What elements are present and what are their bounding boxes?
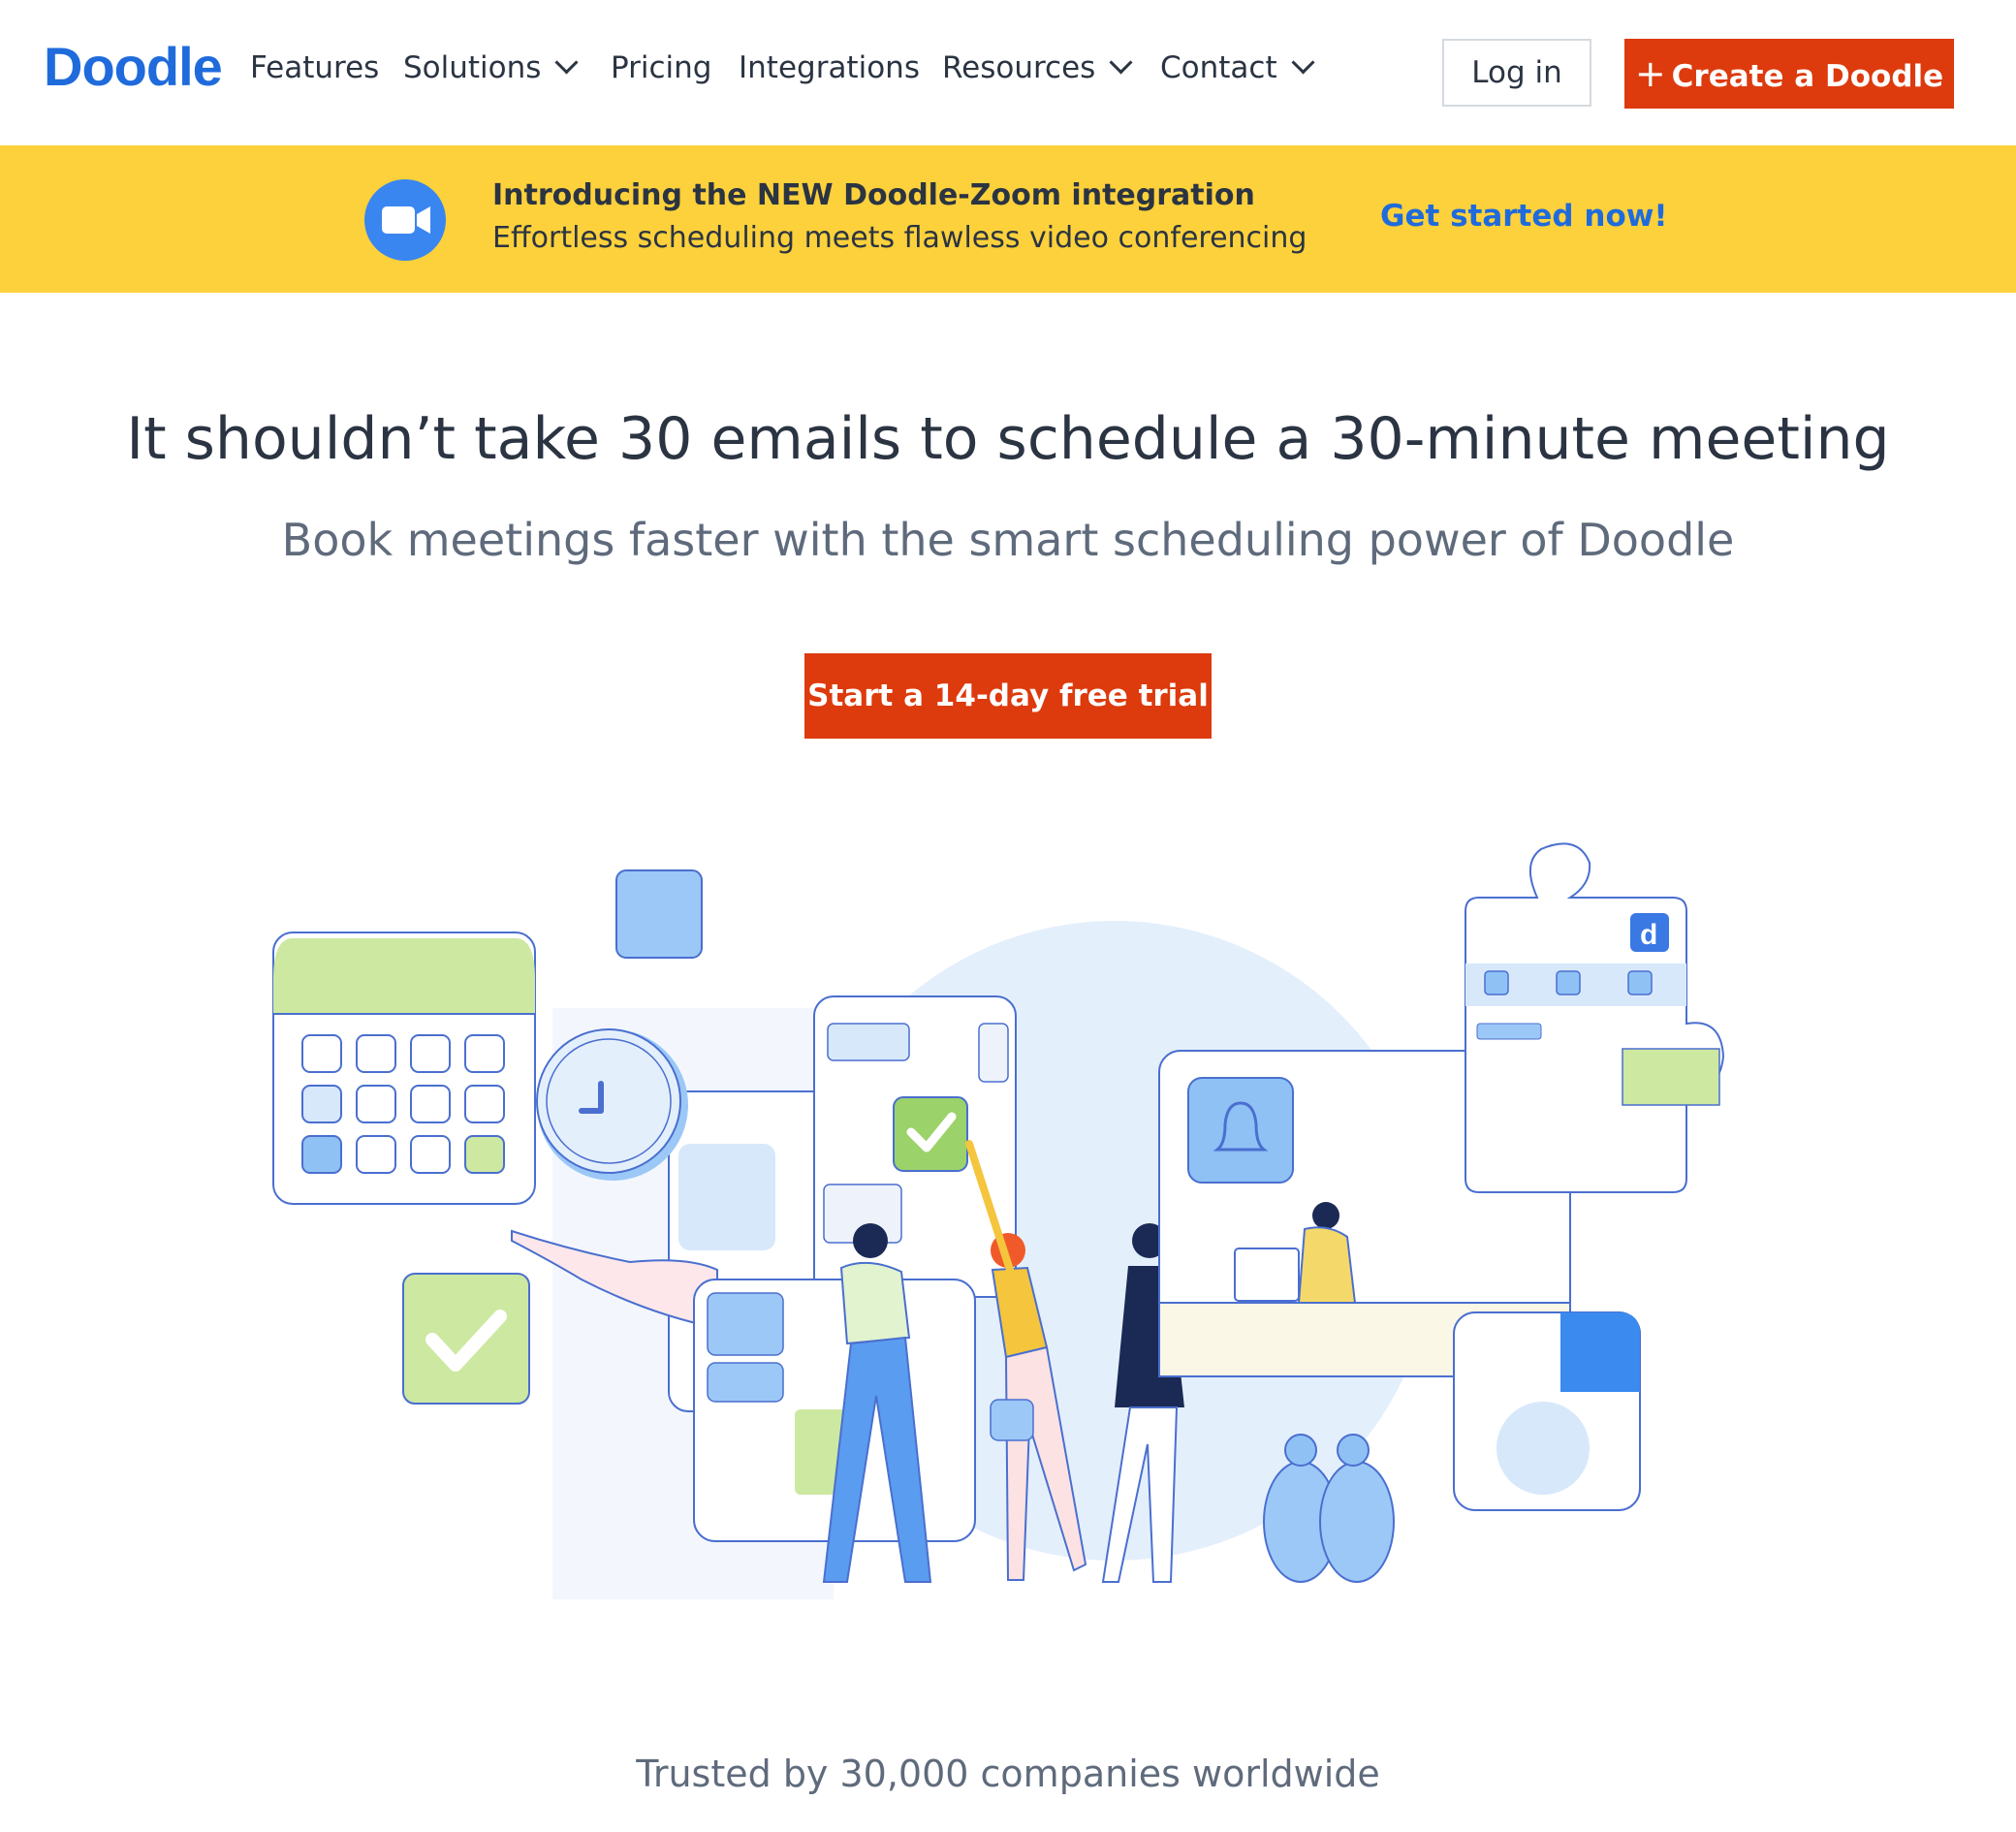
zoom-integration-banner bbox=[0, 145, 2016, 293]
phone-card bbox=[813, 995, 1017, 1298]
hero-headline: It shouldn’t take 30 emails to schedule … bbox=[126, 405, 1890, 473]
floating-square bbox=[615, 869, 703, 959]
hero-illustration: d bbox=[272, 842, 1725, 1599]
video-camera-icon bbox=[364, 179, 446, 261]
nav-contact[interactable]: Contact bbox=[1160, 50, 1315, 85]
nav-features[interactable]: Features bbox=[250, 50, 379, 85]
nav-resources[interactable]: Resources bbox=[942, 50, 1133, 85]
chevron-down-icon bbox=[1291, 50, 1315, 75]
puzzle-card: d bbox=[1465, 842, 1725, 1193]
banner-title: Introducing the NEW Doodle-Zoom integrat… bbox=[492, 178, 1255, 212]
create-doodle-button[interactable]: + Create a Doodle bbox=[1624, 39, 1954, 109]
check-card-left bbox=[402, 1273, 530, 1405]
hero-subheadline: Book meetings faster with the smart sche… bbox=[281, 514, 1735, 566]
plus-icon: + bbox=[1634, 52, 1666, 95]
svg-text:d: d bbox=[1640, 919, 1657, 951]
banner-subtitle: Effortless scheduling meets flawless vid… bbox=[492, 221, 1307, 255]
create-doodle-label: Create a Doodle bbox=[1671, 59, 1944, 94]
lower-right-card bbox=[1453, 1311, 1641, 1511]
nav-features-label: Features bbox=[250, 50, 380, 85]
nav-contact-label: Contact bbox=[1160, 50, 1277, 85]
free-trial-button[interactable]: Start a 14-day free trial bbox=[804, 653, 1212, 739]
login-button[interactable]: Log in bbox=[1442, 39, 1591, 107]
nav-integrations-label: Integrations bbox=[739, 50, 920, 85]
nav-pricing-label: Pricing bbox=[611, 50, 712, 85]
nav-integrations[interactable]: Integrations bbox=[739, 50, 920, 85]
doodle-logo[interactable]: Doodle bbox=[44, 35, 223, 98]
nav-solutions-label: Solutions bbox=[403, 50, 542, 85]
calendar-card bbox=[272, 932, 536, 1205]
get-started-link[interactable]: Get started now! bbox=[1380, 199, 1668, 234]
nav-resources-label: Resources bbox=[942, 50, 1096, 85]
nav-pricing[interactable]: Pricing bbox=[611, 50, 712, 85]
nav-solutions[interactable]: Solutions bbox=[403, 50, 579, 85]
top-navigation: Doodle Features Solutions Pricing Integr… bbox=[0, 0, 2016, 145]
chevron-down-icon bbox=[1109, 50, 1133, 75]
chevron-down-icon bbox=[554, 50, 579, 75]
trusted-by-text: Trusted by 30,000 companies worldwide bbox=[636, 1753, 1380, 1795]
